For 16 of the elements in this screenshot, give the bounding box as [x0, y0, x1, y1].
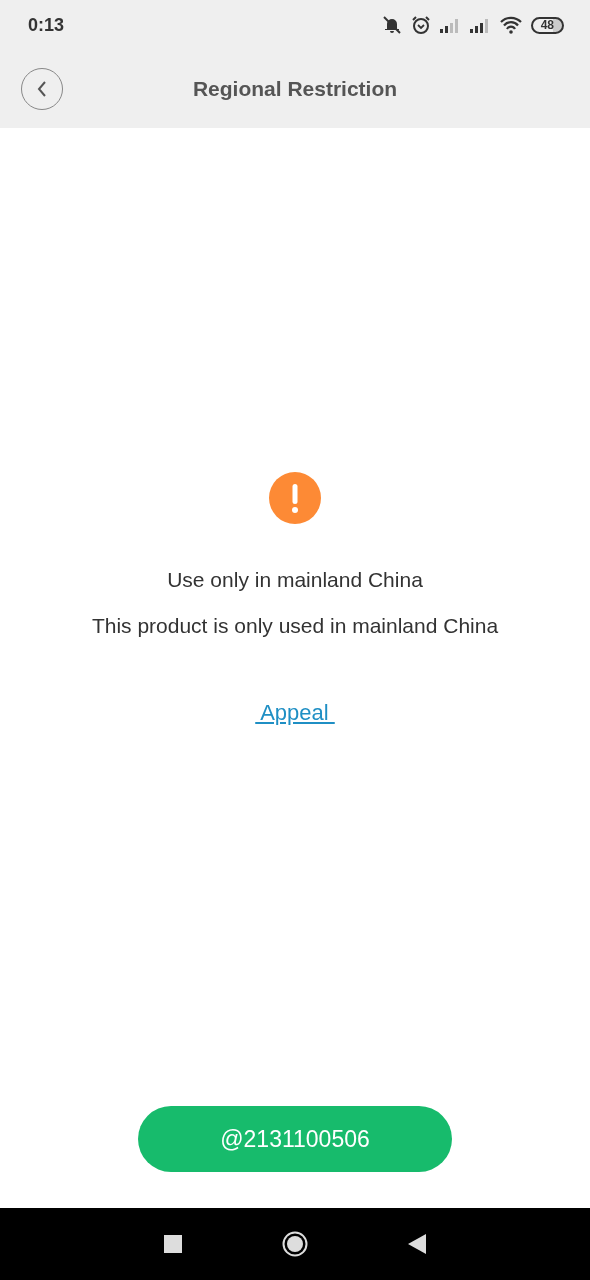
- signal-icon: [468, 17, 491, 33]
- battery-level: 48: [530, 16, 564, 34]
- page-title: Regional Restriction: [191, 77, 399, 101]
- wifi-icon: [498, 16, 523, 34]
- account-button[interactable]: @2131100506: [138, 1106, 452, 1172]
- back-nav-icon[interactable]: [408, 1234, 426, 1254]
- message-detail: This product is only used in mainland China: [91, 614, 499, 638]
- signal-icon: [438, 17, 461, 33]
- home-icon[interactable]: [282, 1231, 308, 1257]
- back-icon: [36, 80, 48, 98]
- muted-bell-icon: [380, 15, 403, 35]
- status-time: 0:13: [28, 14, 65, 36]
- alarm-icon: [410, 15, 431, 35]
- appeal-link[interactable]: Appeal: [255, 700, 335, 726]
- warning-icon: [269, 472, 321, 524]
- message-title: Use only in mainland China: [167, 568, 423, 592]
